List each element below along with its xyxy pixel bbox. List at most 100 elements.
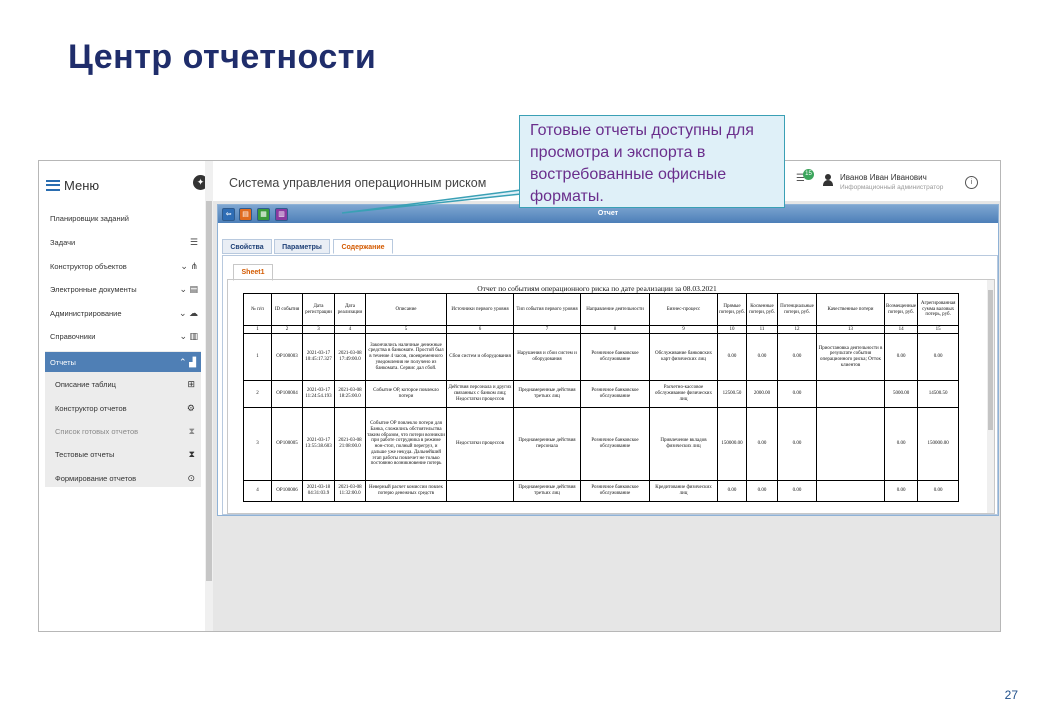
table-cell: Сбои систем и оборудования [446, 333, 514, 381]
table-row: 3 OP100005 2021-03-17 13:55:38.603 2021-03-… [243, 407, 960, 481]
table-cell: 0.00 [777, 333, 817, 381]
table-cell: 2021-03-18 04:31:03.9 [302, 480, 335, 502]
notifications-icon[interactable]: ☰ 15 [796, 169, 814, 184]
column-header: Потенциальные потери, руб. [777, 293, 817, 326]
column-header: № п/п [243, 293, 272, 326]
table-cell: 2 [243, 380, 272, 408]
table-cell: Событие ОР, которое повлекло потери [365, 380, 447, 408]
table-cell: 2021-03-08 18:25:00.0 [334, 380, 366, 408]
column-number: 1 [243, 325, 272, 334]
table-cell: 0.00 [746, 407, 778, 481]
chevron-down-cloud-icon: ⌄ ☁ [178, 307, 198, 318]
sidebar-item-tasks[interactable]: Задачи ☰ [50, 233, 198, 251]
table-cell: OP100003 [271, 333, 303, 381]
sidebar-item-object-builder[interactable]: Конструктор объектов ⌄ ⋔ [50, 257, 198, 275]
menu-toggle[interactable]: Меню [46, 175, 99, 195]
column-number: 6 [446, 325, 514, 334]
column-number: 11 [746, 325, 778, 334]
column-header: Направление деятельности [580, 293, 650, 326]
sidebar-item-e-documents[interactable]: Электронные документы ⌄ ▤ [50, 280, 198, 298]
table-cell: 1 [243, 333, 272, 381]
table-cell [446, 480, 514, 502]
table-row: 4 OP100006 2021-03-18 04:31:03.9 2021-03-08… [243, 480, 960, 502]
table-cell: OP100004 [271, 380, 303, 408]
table-cell: 2000.00 [746, 380, 778, 408]
table-cell: Преднамеренные действия персонала [513, 407, 581, 481]
chevron-down-book-icon: ⌄ ▥ [179, 330, 198, 341]
sidebar-sub-table-description[interactable]: Описание таблиц ⊞ [55, 375, 195, 393]
table-cell: 0.00 [746, 480, 778, 502]
table-cell: 2021-03-17 13:55:38.603 [302, 407, 335, 481]
column-number: 12 [777, 325, 817, 334]
info-icon[interactable]: i [965, 176, 978, 189]
column-number: 4 [334, 325, 366, 334]
gears-icon: ⚙ [186, 402, 195, 413]
column-number: 5 [365, 325, 447, 334]
sidebar: Меню ✦ Планировщик заданий Задачи ☰ Конс… [39, 161, 208, 631]
column-number: 14 [883, 325, 919, 334]
sheet-scrollbar[interactable] [987, 280, 994, 513]
column-header: Источники первого уровня [446, 293, 514, 326]
column-header: Агрегированная сумма валовых потерь, руб… [917, 293, 960, 326]
tab-parameters[interactable]: Параметры [274, 239, 330, 254]
report-table: № п/п ID события Дата регистрации Дата реал… [243, 293, 960, 502]
sidebar-item-directories[interactable]: Справочники ⌄ ▥ [50, 327, 198, 345]
user-name[interactable]: Иванов Иван Иванович [840, 173, 927, 182]
user-role: Информационный администратор [840, 184, 944, 191]
table-cell: Розничное банковское обслуживание [580, 333, 650, 381]
tab-content[interactable]: Содержание [333, 239, 393, 254]
sidebar-sub-report-generation[interactable]: Формирование отчетов ⊙ [55, 469, 195, 487]
table-row: 1 OP100003 2021-03-17 10:45:17.327 2021-03-… [243, 333, 960, 381]
table-cell: 14500.50 [917, 380, 960, 408]
sidebar-sub-test-reports[interactable]: Тестовые отчеты ⧗ [55, 445, 195, 463]
tab-content-panel: Sheet1 Отчет по событиям операционного р… [222, 255, 998, 515]
table-cell: Розничное банковское обслуживание [580, 480, 650, 502]
table-cell: 0.00 [883, 480, 919, 502]
table-cell: 2021-03-17 10:45:17.327 [302, 333, 335, 381]
main-area: ⇦ ▤ ▦ ▥ Отчет Свойства Параметры Содержа… [213, 201, 1000, 631]
list-icon: ☰ [189, 236, 198, 247]
table-cell [816, 480, 885, 502]
table-cell: Событие ОР повлекло потери для Банка, сл… [365, 407, 447, 481]
column-header: Дата регистрации [302, 293, 335, 326]
table-cell: 0.00 [917, 480, 960, 502]
table-cell: Приостановка деятельности в результате с… [816, 333, 885, 381]
sidebar-item-administration[interactable]: Администрирование ⌄ ☁ [50, 304, 198, 322]
table-cell: 150000.00 [717, 407, 747, 481]
chevron-up-chart-icon: ⌃ ▟ [179, 356, 196, 367]
table-cell [816, 407, 885, 481]
table-cell: 0.00 [717, 480, 747, 502]
table-header-row: № п/п ID события Дата регистрации Дата реал… [243, 293, 960, 326]
sidebar-sub-ready-reports[interactable]: Список готовых отчетов ⧗ [55, 422, 195, 440]
table-cell: Закончились наличные денежные средства в… [365, 333, 447, 381]
table-cell: 2021-03-17 11:24:54.193 [302, 380, 335, 408]
sidebar-sub-report-builder[interactable]: Конструктор отчетов ⚙ [55, 399, 195, 417]
column-number: 2 [271, 325, 303, 334]
table-cell [816, 380, 885, 408]
column-header: Бизнес-процесс [649, 293, 718, 326]
table-cell: OP100006 [271, 480, 303, 502]
column-header: ID события [271, 293, 303, 326]
table-cell: 150000.00 [917, 407, 960, 481]
notification-badge: 15 [803, 169, 814, 180]
column-number: 8 [580, 325, 650, 334]
table-cell: Расчетно-кассовое обслуживание физически… [649, 380, 718, 408]
sidebar-scrollbar[interactable] [205, 161, 213, 631]
column-header: Косвенные потери, руб. [746, 293, 778, 326]
sidebar-item-scheduler[interactable]: Планировщик заданий [50, 209, 198, 227]
callout-text: Готовые отчеты доступны для просмотра и … [530, 122, 754, 205]
table-cell: OP100005 [271, 407, 303, 481]
table-cell: 0.00 [746, 333, 778, 381]
tab-properties[interactable]: Свойства [222, 239, 272, 254]
play-icon: ⊙ [187, 472, 195, 483]
column-number: 9 [649, 325, 718, 334]
sidebar-item-reports[interactable]: Отчеты ⌃ ▟ [45, 352, 201, 372]
table-cell: 0.00 [717, 333, 747, 381]
table-cell: 2021-03-08 21:08:00.0 [334, 407, 366, 481]
table-cell: 0.00 [777, 480, 817, 502]
table-cell: 0.00 [777, 380, 817, 408]
table-cell: Нарушения и сбои систем и оборудования [513, 333, 581, 381]
chevron-down-document-icon: ⌄ ▤ [179, 283, 198, 294]
callout-box: Готовые отчеты доступны для просмотра и … [519, 115, 785, 208]
table-cell: Неверный расчет комиссии повлек потерю д… [365, 480, 447, 502]
